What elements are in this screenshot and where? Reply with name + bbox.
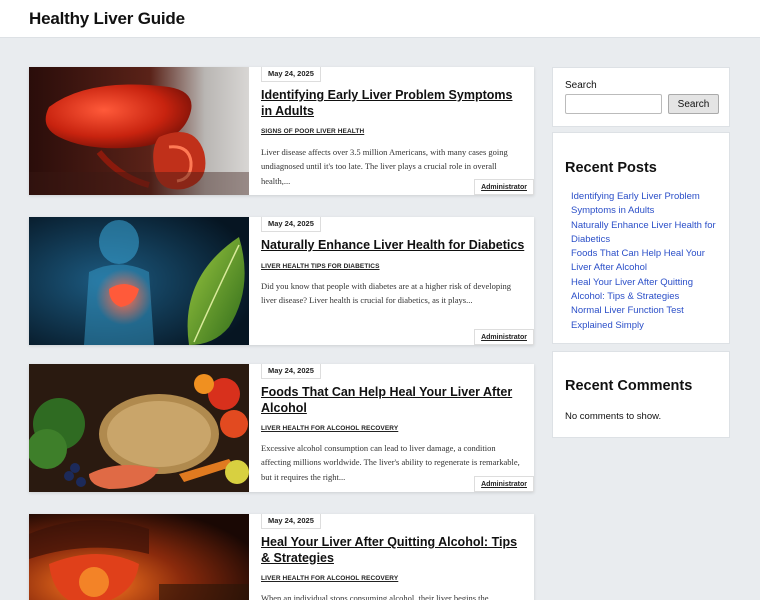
site-title-link[interactable]: Healthy Liver Guide xyxy=(29,9,185,29)
post-date: May 24, 2025 xyxy=(261,514,321,529)
recent-post-link[interactable]: Foods That Can Help Heal Your Liver Afte… xyxy=(571,247,723,276)
glowing-liver-illustration xyxy=(29,514,249,600)
glowing-body-and-leaf-illustration xyxy=(29,217,249,345)
recent-post-link[interactable]: Identifying Early Liver Problem Symptoms… xyxy=(571,190,723,219)
recent-post-link[interactable]: Normal Liver Function Test Explained Sim… xyxy=(571,304,723,333)
post-card: May 24, 2025 Identifying Early Liver Pro… xyxy=(29,67,534,195)
recent-posts-list: Identifying Early Liver Problem Symptoms… xyxy=(571,190,723,333)
post-card: May 24, 2025 Heal Your Liver After Quitt… xyxy=(29,514,534,600)
post-date: May 24, 2025 xyxy=(261,364,321,379)
recent-comments-widget: Recent Comments No comments to show. xyxy=(552,351,730,438)
post-author-link[interactable]: Administrator xyxy=(474,329,534,345)
post-card: May 24, 2025 Naturally Enhance Liver Hea… xyxy=(29,217,534,345)
post-thumbnail[interactable] xyxy=(29,217,249,345)
post-thumbnail[interactable] xyxy=(29,67,249,195)
post-category-link[interactable]: LIVER HEALTH FOR ALCOHOL RECOVERY xyxy=(261,425,398,432)
post-title-link[interactable]: Foods That Can Help Heal Your Liver Afte… xyxy=(261,385,526,416)
recent-posts-title: Recent Posts xyxy=(565,160,657,176)
post-date: May 24, 2025 xyxy=(261,217,321,232)
post-thumbnail[interactable] xyxy=(29,514,249,600)
post-category-link[interactable]: LIVER HEALTH TIPS FOR DIABETICS xyxy=(261,263,380,270)
recent-comments-title: Recent Comments xyxy=(565,378,693,394)
post-author-link[interactable]: Administrator xyxy=(474,179,534,195)
search-label: Search xyxy=(565,80,597,91)
search-widget: Search Search xyxy=(552,67,730,127)
search-button[interactable]: Search xyxy=(668,94,719,114)
post-category-link[interactable]: LIVER HEALTH FOR ALCOHOL RECOVERY xyxy=(261,575,398,582)
recent-post-link[interactable]: Naturally Enhance Liver Health for Diabe… xyxy=(571,219,723,248)
post-thumbnail[interactable] xyxy=(29,364,249,492)
site-header: Healthy Liver Guide xyxy=(0,0,760,38)
healthy-foods-spread xyxy=(29,364,249,492)
recent-posts-widget: Recent Posts Identifying Early Liver Pro… xyxy=(552,132,730,344)
post-category-link[interactable]: SIGNS OF POOR LIVER HEALTH xyxy=(261,128,364,135)
search-input[interactable] xyxy=(565,94,662,114)
no-comments-text: No comments to show. xyxy=(565,411,662,422)
post-excerpt: When an individual stops consuming alcoh… xyxy=(261,593,489,600)
post-title-link[interactable]: Naturally Enhance Liver Health for Diabe… xyxy=(261,238,526,254)
post-title-link[interactable]: Identifying Early Liver Problem Symptoms… xyxy=(261,88,526,119)
post-title-link[interactable]: Heal Your Liver After Quitting Alcohol: … xyxy=(261,535,526,566)
post-excerpt: Did you know that people with diabetes a… xyxy=(261,281,511,306)
post-card: May 24, 2025 Foods That Can Help Heal Yo… xyxy=(29,364,534,492)
post-date: May 24, 2025 xyxy=(261,67,321,82)
post-author-link[interactable]: Administrator xyxy=(474,476,534,492)
recent-post-link[interactable]: Heal Your Liver After Quitting Alcohol: … xyxy=(571,276,723,305)
liver-anatomy-illustration xyxy=(29,67,249,195)
